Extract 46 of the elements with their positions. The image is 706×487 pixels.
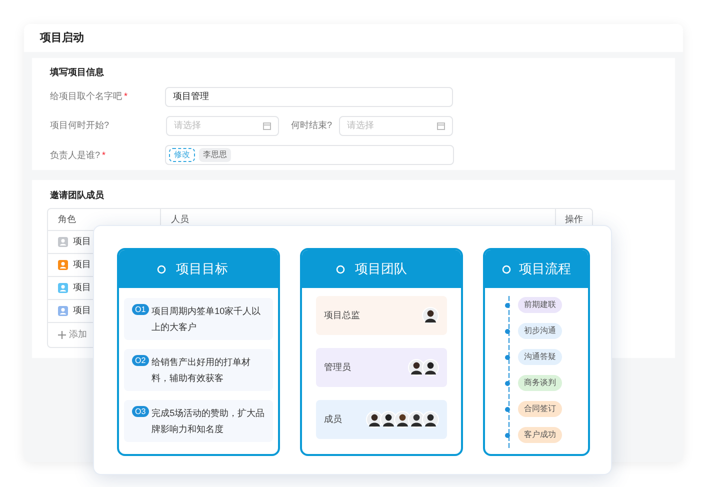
circle-icon (502, 264, 511, 274)
edit-tag[interactable]: 修改 (169, 148, 195, 162)
goal-text: 项目周期内签单10家千人以上的大客户 (152, 305, 262, 334)
group-name: 管理员 (324, 360, 351, 374)
step-tag: 客户成功 (518, 427, 562, 443)
end-date-field[interactable]: 请选择 (339, 116, 453, 136)
calendar-icon (437, 122, 445, 130)
field-label: 给项目取个名字吧 * (50, 90, 129, 103)
avatar (422, 359, 439, 376)
step-tag: 初步沟通 (518, 323, 562, 339)
step-tag: 前期建联 (518, 297, 562, 313)
calendar-icon (263, 122, 271, 130)
goal-badge: O3 (132, 406, 149, 417)
group-name: 项目总监 (324, 308, 360, 322)
goal-text: 给销售产出好用的打单材料，辅助有效获客 (152, 356, 252, 385)
group-name: 成员 (324, 412, 342, 426)
step-tag: 商务谈判 (518, 375, 562, 391)
field-label: 何时结束? (291, 119, 334, 132)
avatar (422, 411, 439, 428)
field-label: 负责人是谁? * (50, 148, 107, 162)
role-cell-text: 项目 (73, 258, 91, 272)
card-title: 项目流程 (519, 260, 571, 278)
column-header: 人员 (170, 212, 190, 226)
section-title: 填写项目信息 (50, 66, 105, 79)
name-input-field[interactable]: 项目管理 (165, 86, 453, 107)
plus-icon[interactable] (58, 331, 66, 339)
step-tag: 合同签订 (518, 401, 562, 417)
role-cell-text: 项目 (73, 304, 91, 318)
circle-icon (336, 264, 345, 274)
owner-field[interactable]: 修改 李思思 (165, 145, 454, 166)
goal-badge: O2 (132, 355, 149, 366)
start-date-field[interactable]: 请选择 (166, 116, 279, 136)
card-title: 项目目标 (176, 260, 228, 278)
add-role-link[interactable]: 添加 (69, 328, 87, 342)
window-title: 项目启动 (40, 30, 84, 46)
goal-badge: O1 (132, 304, 149, 315)
card-title: 项目团队 (355, 260, 407, 278)
circle-icon (157, 264, 166, 274)
person-tag: 李思思 (199, 148, 231, 162)
step-tag: 沟通答疑 (518, 349, 562, 365)
avatar (422, 307, 439, 324)
role-cell-text: 项目 (73, 281, 91, 294)
role-cell-text: 项目 (73, 235, 91, 248)
goal-text: 完成5场活动的赞助，扩大品牌影响力和知名度 (152, 407, 265, 436)
field-label: 项目何时开始? (50, 119, 110, 132)
section-title: 邀请团队成员 (49, 189, 105, 202)
